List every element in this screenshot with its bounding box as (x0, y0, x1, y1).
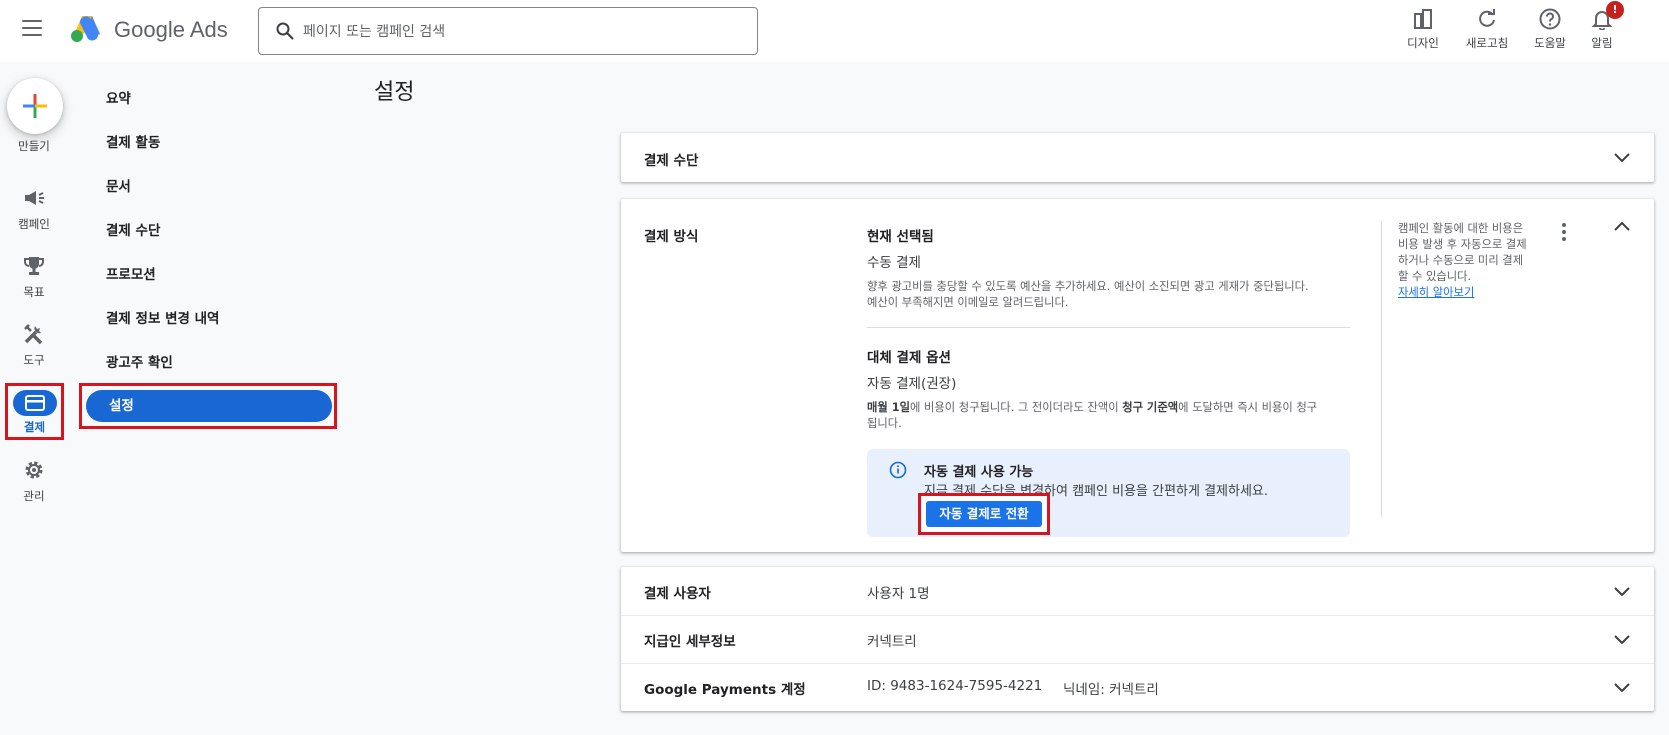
chevron-up-icon[interactable] (1612, 217, 1632, 237)
rail-label-tools: 도구 (23, 353, 45, 367)
rail-item-campaigns[interactable]: 캠페인 (0, 186, 68, 242)
vertical-divider (1381, 221, 1382, 517)
notifications-button[interactable]: 알림 ! (1572, 1, 1632, 51)
nav-item-documents[interactable]: 문서 (106, 175, 131, 195)
rail-active-indicator (13, 390, 57, 416)
help-panel: 캠페인 활동에 대한 비용은 비용 발생 후 자동으로 결제 하거나 수동으로 … (1398, 221, 1543, 301)
payments-account-nickname: 닉네임: 커넥트리 (1063, 682, 1159, 698)
notification-badge: ! (1606, 1, 1624, 19)
refresh-label: 새로고침 (1465, 36, 1509, 50)
nav-item-summary[interactable]: 요약 (106, 87, 131, 107)
google-ads-logo-icon (71, 16, 100, 42)
payer-details-row[interactable]: 지급인 세부정보 커넥트리 (621, 615, 1654, 663)
rail-label-billing: 결제 (23, 420, 46, 434)
nav-item-promotions[interactable]: 프로모션 (106, 263, 156, 283)
auto-payment-info-banner: 자동 결제 사용 가능 지금 결제 수단을 변경하여 캠페인 비용을 간편하게 … (867, 449, 1350, 537)
nav-active-highlight: 설정 (79, 383, 337, 429)
plus-icon (23, 94, 47, 118)
billing-users-value: 사용자 1명 (867, 586, 930, 602)
help-label: 도움말 (1534, 36, 1566, 50)
help-line-1: 캠페인 활동에 대한 비용은 (1398, 222, 1524, 235)
alternative-option-heading: 대체 결제 옵션 (867, 350, 951, 366)
alternative-option-value: 자동 결제(권장) (867, 376, 957, 392)
help-line-3: 하거나 수동으로 미리 결제 (1398, 254, 1524, 267)
chevron-down-icon[interactable] (1612, 581, 1632, 601)
refresh-icon (1479, 9, 1495, 27)
help-line-2: 비용 발생 후 자동으로 결제 (1398, 238, 1527, 251)
alt-desc-bold-2: 청구 기준액 (1122, 401, 1179, 414)
payer-details-value: 커넥트리 (867, 634, 917, 650)
billing-users-label: 결제 사용자 (644, 586, 711, 602)
nav-item-change-history[interactable]: 결제 정보 변경 내역 (106, 307, 219, 327)
rail-item-admin[interactable]: 관리 (0, 458, 68, 514)
nav-item-settings[interactable]: 설정 (86, 390, 332, 422)
rail-item-billing[interactable]: 결제 (5, 383, 64, 440)
chevron-down-icon[interactable] (1612, 677, 1632, 697)
search-box[interactable] (258, 7, 758, 55)
rail-label-campaigns: 캠페인 (18, 217, 50, 231)
payment-method-label: 결제 방식 (644, 229, 699, 245)
alt-desc-text-3: 됩니다. (867, 417, 902, 430)
alt-desc-text-1: 에 비용이 청구됩니다. 그 전이더라도 잔액이 (909, 401, 1119, 414)
trophy-icon (24, 257, 44, 275)
rail-label-goals: 목표 (23, 285, 45, 299)
current-desc-line-2: 예산이 부족해지면 이메일로 알려드립니다. (867, 296, 1069, 309)
help-icon (1539, 8, 1561, 30)
current-desc-line-1: 향후 광고비를 충당할 수 있도록 예산을 추가하세요. 예산이 소진되면 광고… (867, 280, 1309, 293)
chevron-down-icon[interactable] (1612, 147, 1632, 167)
alt-desc-bold-1: 매월 1일 (867, 401, 910, 414)
create-label: 만들기 (18, 139, 50, 153)
payments-account-label: Google Payments 계정 (644, 682, 806, 698)
notifications-label: 알림 (1591, 36, 1613, 50)
payment-instrument-card[interactable]: 결제 수단 (621, 133, 1654, 182)
design-label: 디자인 (1407, 36, 1439, 50)
switch-to-auto-payment-button[interactable]: 자동 결제로 전환 (926, 501, 1042, 527)
billing-details-card: 결제 사용자 사용자 1명 지급인 세부정보 커넥트리 Google Payme… (621, 567, 1654, 711)
current-selection-description: 향후 광고비를 충당할 수 있도록 예산을 추가하세요. 예산이 소진되면 광고… (867, 279, 1357, 311)
help-line-4: 할 수 있습니다. (1398, 270, 1472, 283)
nav-item-transactions[interactable]: 결제 활동 (106, 131, 160, 151)
design-button[interactable]: 디자인 (1393, 6, 1453, 51)
search-input[interactable] (303, 18, 743, 46)
nav-item-advertiser-verification[interactable]: 광고주 확인 (106, 351, 173, 371)
payments-account-id: ID: 9483-1624-7595-4221 (867, 678, 1043, 694)
billing-users-row[interactable]: 결제 사용자 사용자 1명 (621, 567, 1654, 615)
more-options-icon[interactable] (1561, 223, 1567, 243)
credit-card-icon (25, 395, 45, 411)
payment-method-card: 결제 방식 현재 선택됨 수동 결제 향후 광고비를 충당할 수 있도록 예산을… (621, 199, 1654, 552)
design-icon (1414, 9, 1432, 29)
rail-label-admin: 관리 (23, 489, 45, 503)
info-title: 자동 결제 사용 가능 (924, 465, 1034, 480)
payments-account-row[interactable]: Google Payments 계정 ID: 9483-1624-7595-42… (621, 663, 1654, 711)
rail-item-goals[interactable]: 목표 (0, 254, 68, 310)
info-icon (889, 461, 907, 479)
current-selection-value: 수동 결제 (867, 255, 921, 271)
brand-name: Google Ads (114, 17, 228, 42)
page-title: 설정 (374, 80, 415, 105)
help-button[interactable]: 도움말 (1520, 6, 1580, 51)
payer-details-label: 지급인 세부정보 (644, 634, 736, 650)
top-app-bar: Google Ads 디자인 새로고침 (0, 0, 1669, 62)
alt-desc-text-2: 에 도달하면 즉시 비용이 청구 (1178, 401, 1318, 414)
refresh-button[interactable]: 새로고침 (1457, 6, 1517, 51)
menu-icon[interactable] (22, 20, 42, 36)
learn-more-link[interactable]: 자세히 알아보기 (1398, 285, 1543, 301)
gear-icon (25, 461, 43, 479)
megaphone-icon (25, 191, 44, 205)
create-button[interactable] (7, 78, 63, 134)
payment-instrument-label: 결제 수단 (644, 153, 699, 169)
rail-item-tools[interactable]: 도구 (0, 322, 68, 378)
alternative-option-description: 매월 1일에 비용이 청구됩니다. 그 전이더라도 잔액이 청구 기준액에 도달… (867, 400, 1357, 432)
nav-item-payment-methods[interactable]: 결제 수단 (106, 219, 160, 239)
current-selection-heading: 현재 선택됨 (867, 229, 934, 245)
tools-icon (24, 324, 43, 345)
search-icon (276, 22, 294, 40)
section-divider (867, 327, 1350, 328)
switch-button-highlight: 자동 결제로 전환 (918, 493, 1050, 535)
chevron-down-icon[interactable] (1612, 629, 1632, 649)
